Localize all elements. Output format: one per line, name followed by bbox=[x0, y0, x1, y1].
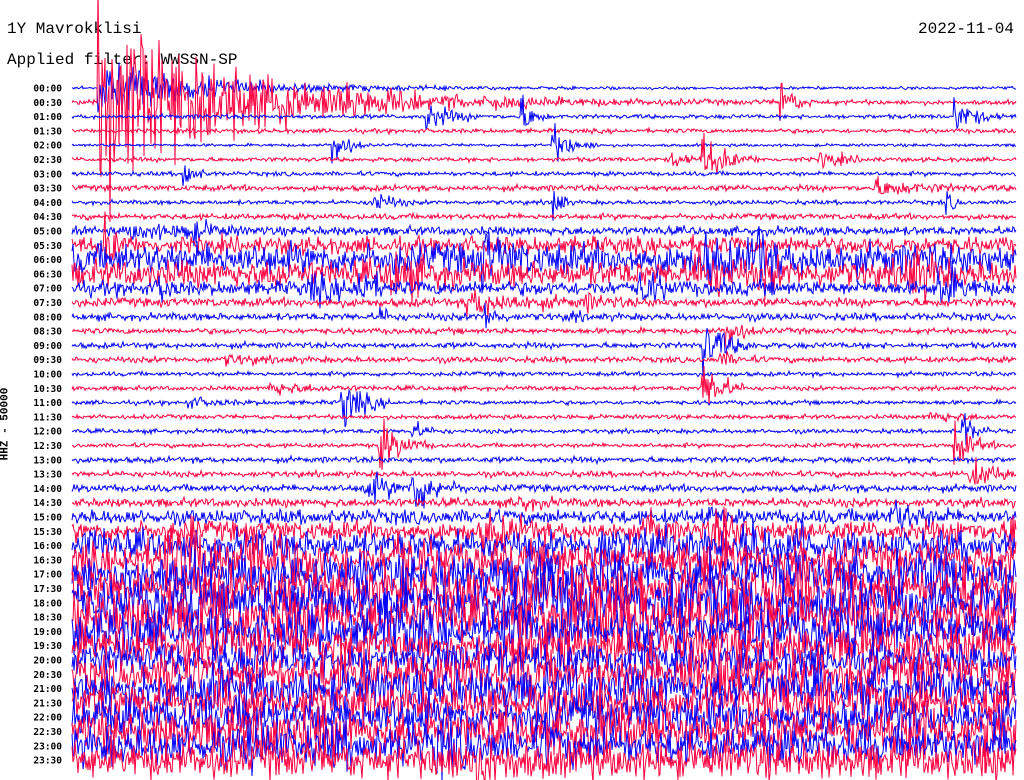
row-label: 11:00 bbox=[33, 398, 62, 409]
trace-row-0530 bbox=[71, 211, 1017, 265]
row-label: 01:30 bbox=[33, 126, 62, 137]
row-label: 12:00 bbox=[33, 427, 62, 438]
trace-row-0930 bbox=[71, 351, 1017, 368]
row-label: 04:30 bbox=[33, 212, 62, 223]
row-label: 23:00 bbox=[33, 741, 62, 752]
row-label: 17:00 bbox=[33, 570, 62, 581]
row-label: 16:30 bbox=[33, 555, 62, 566]
trace-row-0330 bbox=[71, 176, 1017, 195]
trace-row-0600 bbox=[71, 225, 1017, 294]
row-label: 20:00 bbox=[33, 656, 62, 667]
trace-row-0300 bbox=[71, 165, 1017, 187]
trace-row-0730 bbox=[71, 289, 1017, 317]
row-label: 22:30 bbox=[33, 727, 62, 738]
row-label: 14:30 bbox=[33, 498, 62, 509]
row-label: 06:30 bbox=[33, 269, 62, 280]
row-label: 03:00 bbox=[33, 169, 62, 180]
row-label: 04:00 bbox=[33, 198, 62, 209]
row-label: 23:30 bbox=[33, 756, 62, 767]
row-label: 18:30 bbox=[33, 613, 62, 624]
row-label: 19:30 bbox=[33, 641, 62, 652]
row-label: 02:30 bbox=[33, 155, 62, 166]
row-label: 21:30 bbox=[33, 698, 62, 709]
row-label: 05:30 bbox=[33, 241, 62, 252]
trace-row-1300 bbox=[71, 454, 1017, 466]
row-label: 05:00 bbox=[33, 227, 62, 238]
row-label: 07:30 bbox=[33, 298, 62, 309]
row-label: 06:00 bbox=[33, 255, 62, 266]
row-label: 17:30 bbox=[33, 584, 62, 595]
row-label: 20:30 bbox=[33, 670, 62, 681]
trace-row-0900 bbox=[71, 327, 1017, 377]
trace-row-1130 bbox=[71, 412, 1017, 423]
row-label: 13:00 bbox=[33, 455, 62, 466]
trace-row-1030 bbox=[71, 365, 1017, 406]
row-label: 21:00 bbox=[33, 684, 62, 695]
row-label: 07:00 bbox=[33, 284, 62, 295]
row-tick-labels: 00:00 00:30 01:00 01:30 02:00 02:30 03:00 03:30… bbox=[33, 84, 62, 767]
row-label: 10:00 bbox=[33, 370, 62, 381]
trace-row-0230 bbox=[71, 132, 1017, 175]
row-label: 08:00 bbox=[33, 312, 62, 323]
row-label: 08:30 bbox=[33, 327, 62, 338]
row-label: 03:30 bbox=[33, 184, 62, 195]
row-label: 15:00 bbox=[33, 513, 62, 524]
row-label: 00:30 bbox=[33, 98, 62, 109]
trace-row-1000 bbox=[71, 369, 1017, 379]
row-label: 02:00 bbox=[33, 141, 62, 152]
trace-row-0130 bbox=[71, 126, 1017, 136]
row-label: 18:00 bbox=[33, 598, 62, 609]
row-label: 22:00 bbox=[33, 713, 62, 724]
trace-row-1100 bbox=[71, 388, 1017, 428]
row-label: 09:30 bbox=[33, 355, 62, 366]
traces bbox=[71, 0, 1017, 780]
row-label: 11:30 bbox=[33, 412, 62, 423]
trace-row-0800 bbox=[71, 302, 1017, 329]
trace-row-1230 bbox=[71, 418, 1017, 471]
trace-row-0430 bbox=[71, 211, 1017, 222]
row-label: 19:00 bbox=[33, 627, 62, 638]
row-label: 13:30 bbox=[33, 470, 62, 481]
row-label: 15:30 bbox=[33, 527, 62, 538]
row-label: 01:00 bbox=[33, 112, 62, 123]
helicorder-plot: 00:00 00:30 01:00 01:30 02:00 02:30 03:00 03:30… bbox=[33, 0, 1017, 780]
row-label: 12:30 bbox=[33, 441, 62, 452]
row-label: 10:30 bbox=[33, 384, 62, 395]
trace-row-1430 bbox=[71, 495, 1017, 512]
trace-row-1330 bbox=[71, 457, 1017, 485]
row-label: 16:00 bbox=[33, 541, 62, 552]
trace-row-0500 bbox=[71, 219, 1017, 247]
row-label: 14:00 bbox=[33, 484, 62, 495]
row-label: 00:00 bbox=[33, 84, 62, 95]
row-label: 09:00 bbox=[33, 341, 62, 352]
